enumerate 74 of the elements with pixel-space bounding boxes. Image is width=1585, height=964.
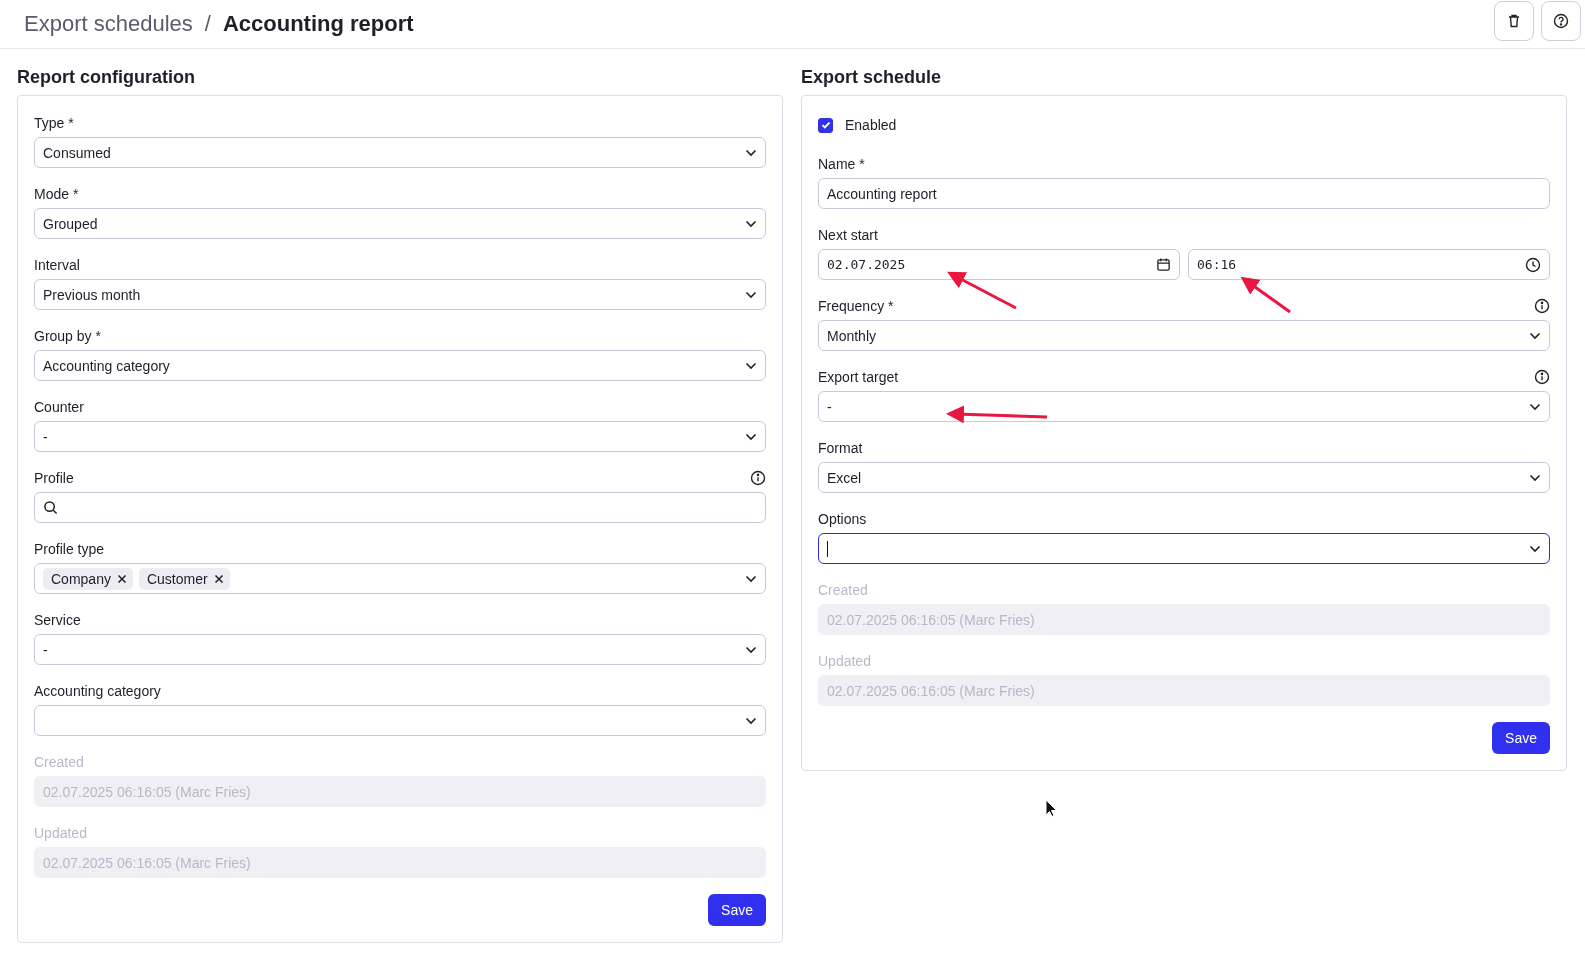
field-label: Service — [34, 612, 81, 628]
clock-icon — [1525, 256, 1541, 273]
tag-chip: Company — [43, 567, 133, 590]
field-label: Type * — [34, 115, 74, 131]
breadcrumb-link[interactable]: Export schedules — [24, 11, 193, 37]
chevron-down-icon — [745, 219, 757, 228]
field-label: Options — [818, 511, 867, 527]
field-label: Group by * — [34, 328, 101, 344]
select-field[interactable]: Excel — [818, 462, 1550, 493]
tag-chip: Customer — [138, 567, 230, 590]
time-input[interactable]: 06:16 — [1188, 249, 1550, 280]
trash-icon — [1506, 13, 1522, 29]
chevron-down-icon — [745, 361, 757, 370]
checkbox-label: Enabled — [845, 117, 897, 133]
mouse-cursor-icon — [1045, 799, 1057, 817]
help-button[interactable] — [1541, 1, 1581, 41]
field-label: Created — [818, 582, 868, 598]
breadcrumb-separator: / — [204, 11, 211, 37]
field-label: Counter — [34, 399, 84, 415]
chevron-down-icon — [1529, 473, 1541, 482]
info-icon[interactable] — [1534, 369, 1550, 385]
text-cursor — [827, 540, 828, 557]
multi-select-field[interactable]: Company Customer — [34, 563, 766, 594]
chevron-down-icon — [745, 290, 757, 299]
select-field[interactable]: - — [34, 634, 766, 665]
calendar-icon — [1156, 257, 1171, 272]
field-label: Created — [34, 754, 84, 770]
remove-icon[interactable] — [116, 573, 127, 584]
field-label: Name * — [818, 156, 865, 172]
field-label: Export target — [818, 369, 899, 385]
chevron-down-icon — [1529, 331, 1541, 340]
annotation-arrow — [1240, 276, 1291, 314]
save-button[interactable]: Save — [708, 894, 766, 926]
select-field[interactable]: Consumed — [34, 137, 766, 168]
chevron-down-icon — [745, 574, 757, 583]
select-field[interactable]: Accounting category — [34, 350, 766, 381]
field-label: Interval — [34, 257, 80, 273]
search-icon — [43, 500, 58, 515]
field-label: Profile type — [34, 541, 105, 557]
field-label: Profile — [34, 470, 74, 486]
field-label: Updated — [34, 825, 87, 841]
select-field[interactable]: - — [818, 391, 1550, 422]
chevron-down-icon — [745, 432, 757, 441]
field-label: Updated — [818, 653, 871, 669]
field-label: Frequency * — [818, 298, 894, 314]
delete-button[interactable] — [1494, 1, 1534, 41]
help-icon — [1553, 13, 1569, 29]
chevron-down-icon — [745, 716, 757, 725]
select-field[interactable]: Previous month — [34, 279, 766, 310]
field-label: Format — [818, 440, 863, 456]
select-field[interactable]: Grouped — [34, 208, 766, 239]
chevron-down-icon — [745, 148, 757, 157]
info-icon[interactable] — [750, 470, 766, 486]
date-input[interactable]: 02.07.2025 — [818, 249, 1180, 280]
text-input[interactable]: Accounting report — [818, 178, 1550, 209]
checkmark-icon — [820, 120, 831, 130]
section-title: Report configuration — [17, 66, 196, 89]
page-title: Accounting report — [222, 11, 414, 37]
search-field[interactable] — [34, 492, 766, 523]
chevron-down-icon — [1529, 544, 1541, 553]
select-field[interactable] — [818, 533, 1550, 564]
chevron-down-icon — [1529, 402, 1541, 411]
info-icon[interactable] — [1534, 298, 1550, 314]
select-field[interactable]: - — [34, 421, 766, 452]
field-label: Next start — [818, 227, 878, 243]
select-field[interactable]: Monthly — [818, 320, 1550, 351]
checkbox[interactable] — [818, 117, 833, 133]
field-label: Accounting category — [34, 683, 161, 699]
remove-icon[interactable] — [213, 573, 224, 584]
chevron-down-icon — [745, 645, 757, 654]
field-label: Mode * — [34, 186, 79, 202]
annotation-arrow — [947, 271, 1017, 310]
section-title: Export schedule — [801, 66, 943, 89]
save-button[interactable]: Save — [1492, 722, 1550, 754]
